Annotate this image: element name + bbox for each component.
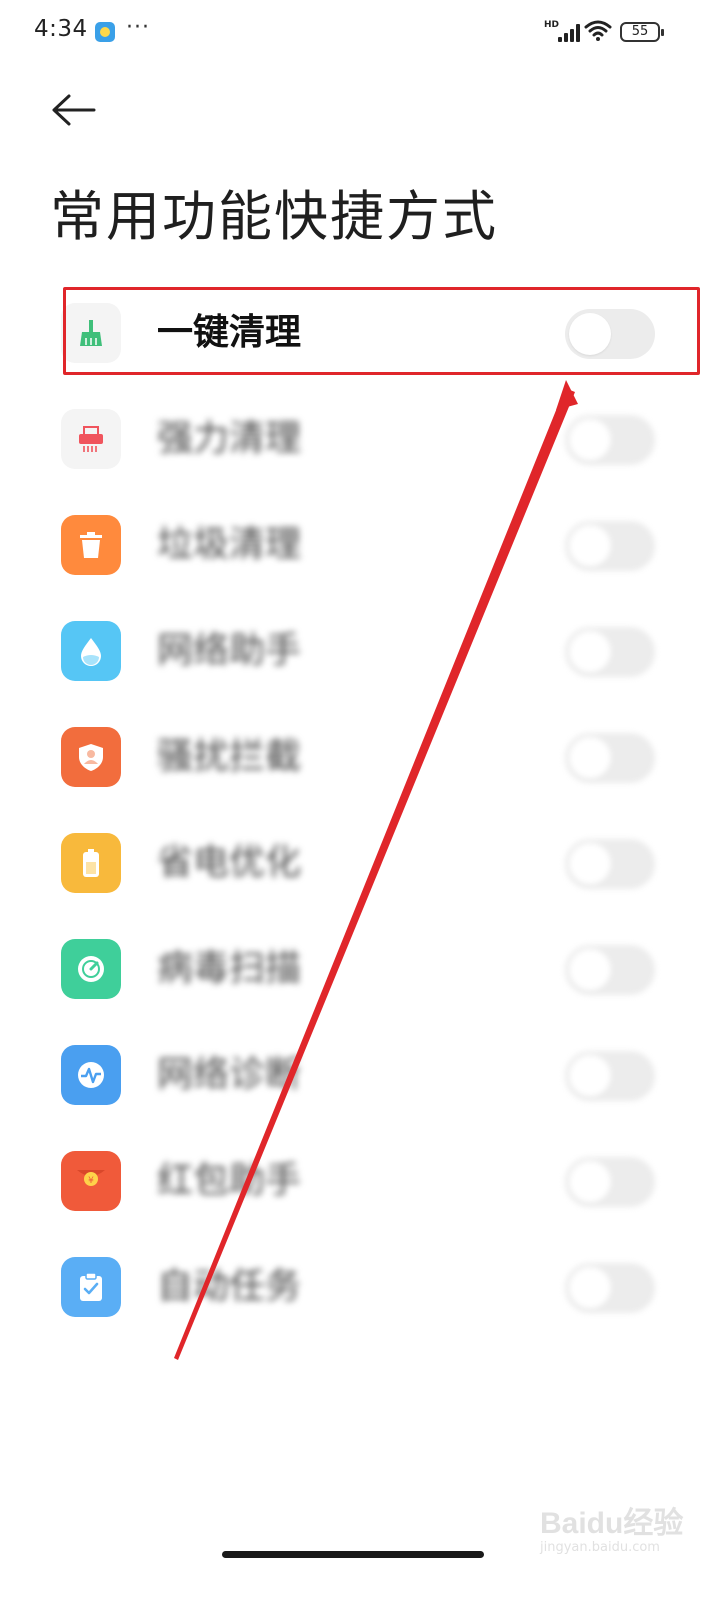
shortcut-row[interactable]: 网络助手 (0, 598, 720, 704)
watermark-url: jingyan.baidu.com (540, 1540, 660, 1555)
svg-text:¥: ¥ (88, 1176, 94, 1186)
shortcut-row[interactable]: 自动任务 (0, 1234, 720, 1340)
shortcut-row[interactable]: 骚扰拦截 (0, 704, 720, 810)
shortcut-toggle[interactable] (565, 1263, 655, 1313)
shortcut-row[interactable]: ¥ 红包助手 (0, 1128, 720, 1234)
battery-level-icon (61, 833, 121, 893)
more-notifications-icon: ··· (126, 15, 150, 40)
shortcut-row[interactable]: 网络诊断 (0, 1022, 720, 1128)
shortcut-label: 网络诊断 (157, 1054, 302, 1095)
shortcut-toggle[interactable] (565, 521, 655, 571)
shortcut-toggle[interactable] (565, 839, 655, 889)
signal-icon (546, 22, 580, 42)
shortcut-label: 强力清理 (157, 418, 302, 459)
shield-user-icon (61, 727, 121, 787)
shortcut-label: 红包助手 (157, 1160, 302, 1201)
app-notification-icon (95, 22, 115, 42)
red-envelope-icon: ¥ (61, 1151, 121, 1211)
shortcut-row[interactable]: 病毒扫描 (0, 916, 720, 1022)
shortcut-label: 垃圾清理 (157, 524, 302, 565)
trash-icon (61, 515, 121, 575)
shortcut-toggle[interactable] (565, 627, 655, 677)
shortcut-row[interactable]: 省电优化 (0, 810, 720, 916)
shortcut-toggle[interactable] (565, 1051, 655, 1101)
shortcut-toggle[interactable] (565, 733, 655, 783)
shortcut-row[interactable]: 垃圾清理 (0, 492, 720, 598)
shredder-icon (61, 409, 121, 469)
battery-icon: 55 (620, 22, 664, 42)
water-drop-icon (61, 621, 121, 681)
pulse-icon (61, 1045, 121, 1105)
shortcut-label: 省电优化 (157, 842, 302, 883)
shortcut-toggle[interactable] (565, 1157, 655, 1207)
back-arrow-icon[interactable] (50, 88, 98, 132)
shortcut-toggle[interactable] (565, 415, 655, 465)
home-indicator[interactable] (222, 1551, 484, 1558)
shortcut-label: 网络助手 (157, 630, 302, 671)
page-title: 常用功能快捷方式 (50, 185, 498, 248)
scan-gauge-icon (61, 939, 121, 999)
watermark-logo: Baidu经验 (540, 1507, 684, 1540)
status-bar: 4:34 ··· HD 55 (0, 0, 720, 64)
clipboard-check-icon (61, 1257, 121, 1317)
shortcut-row[interactable]: 强力清理 (0, 386, 720, 492)
shortcut-label: 骚扰拦截 (157, 736, 302, 777)
shortcut-label: 自动任务 (157, 1266, 302, 1307)
status-time: 4:34 (34, 16, 88, 42)
wifi-icon (584, 20, 612, 41)
watermark: Baidu经验 jingyan.baidu.com (540, 1490, 710, 1580)
highlight-box (63, 287, 700, 375)
shortcut-label: 病毒扫描 (157, 948, 302, 989)
shortcut-toggle[interactable] (565, 945, 655, 995)
